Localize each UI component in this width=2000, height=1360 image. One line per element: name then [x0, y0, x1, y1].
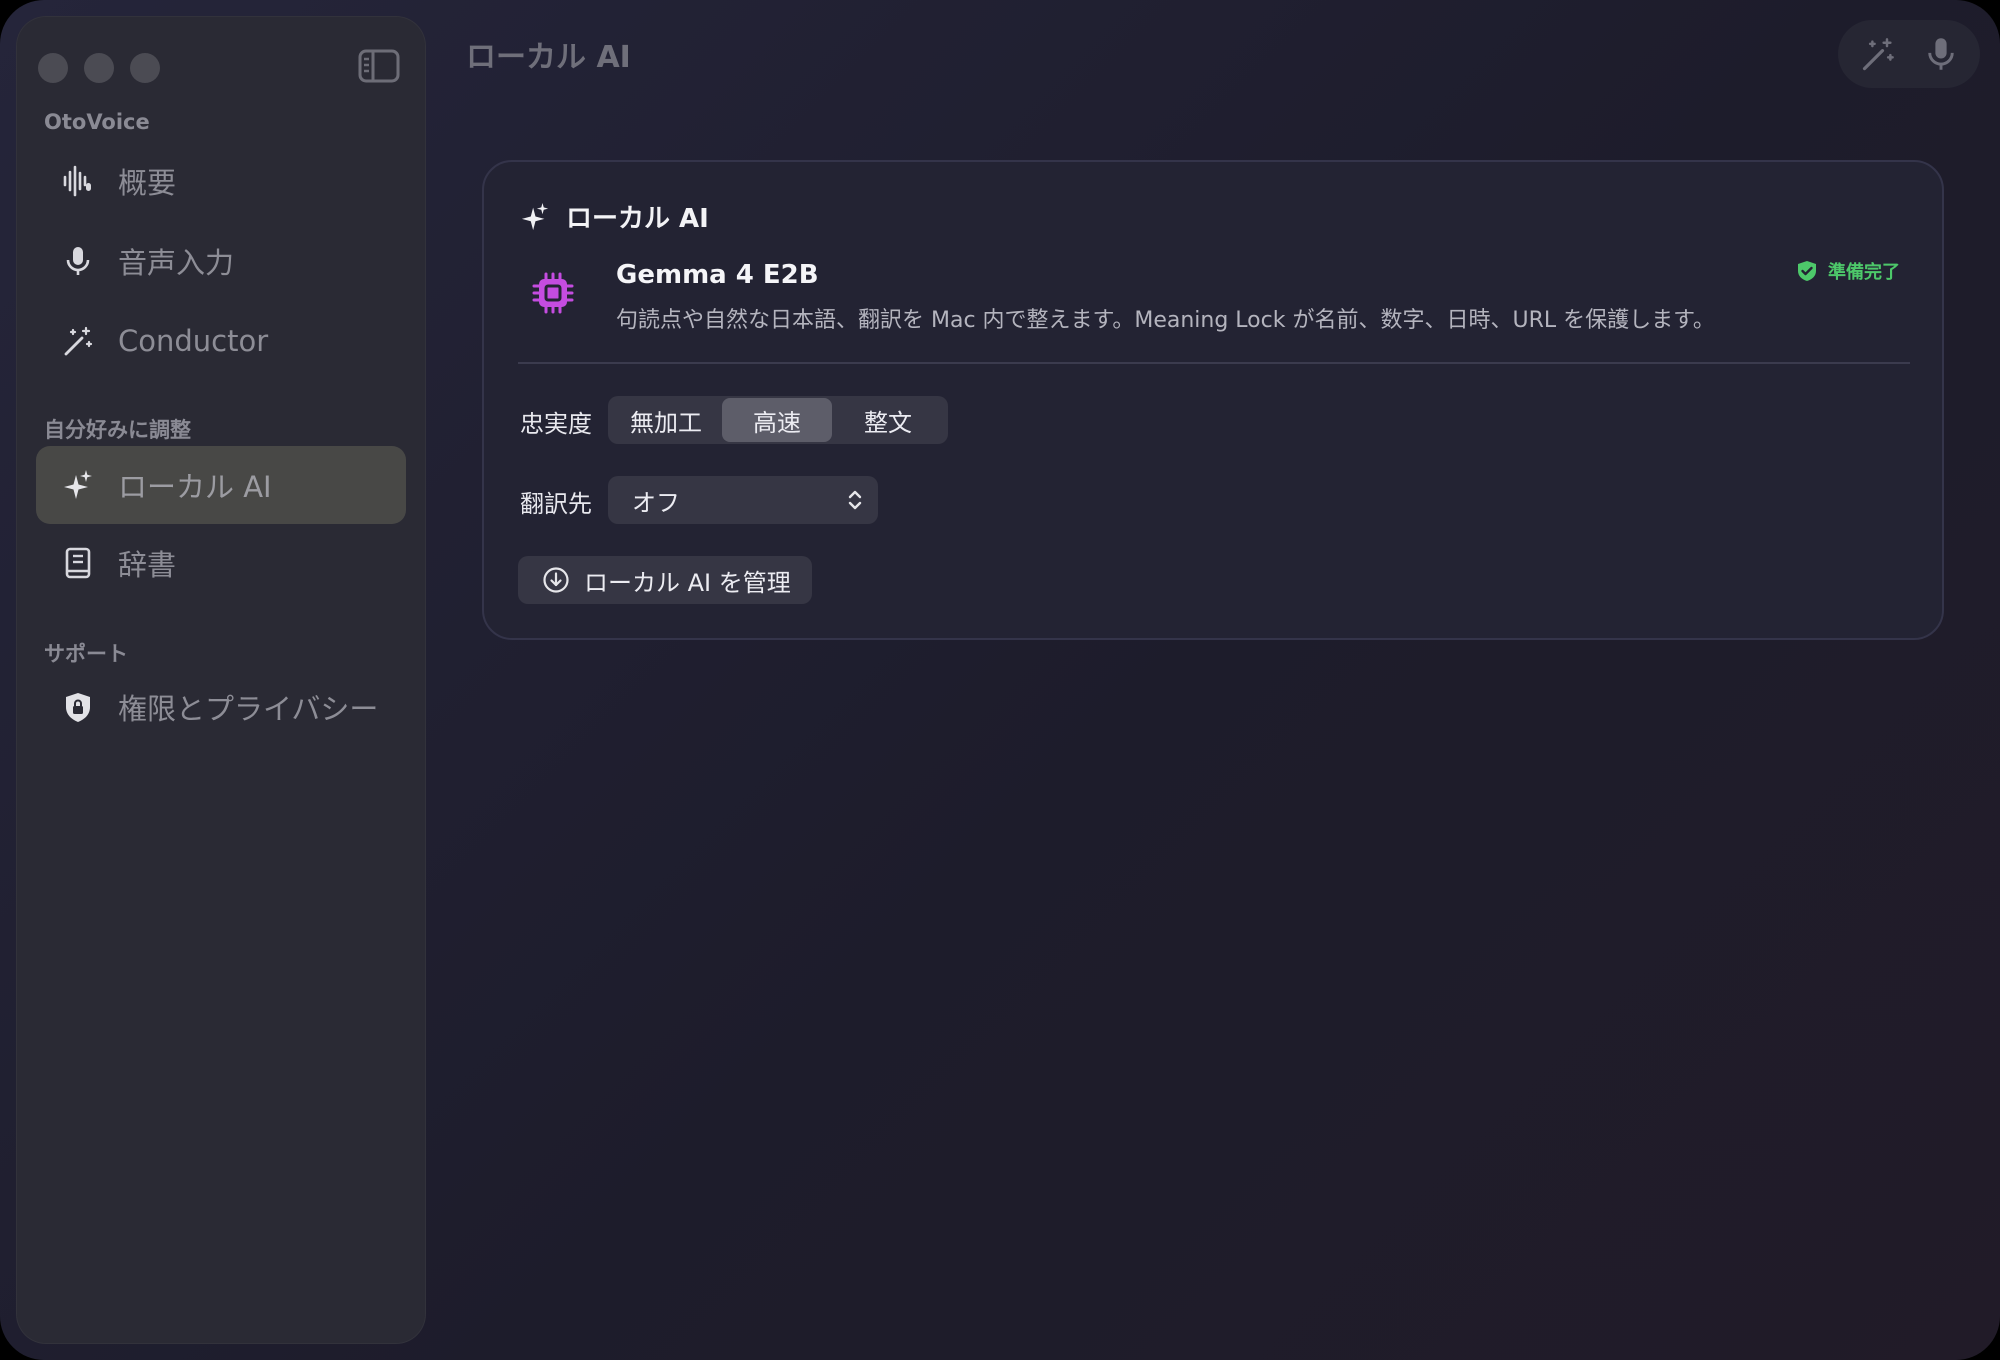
- sparkles-icon: [521, 202, 549, 230]
- sidebar-item-overview[interactable]: 概要: [36, 142, 406, 220]
- sidebar-item-label: Conductor: [118, 324, 269, 358]
- translation-select[interactable]: オフ: [608, 476, 878, 524]
- divider: [518, 362, 1910, 364]
- toolbar-actions: [1838, 20, 1980, 88]
- local-ai-card: ローカル AI Gemma 4 E2B 句読点や自然な日本語、翻訳を Mac 内…: [482, 160, 1944, 640]
- sidebar-item-label: 音声入力: [118, 246, 235, 280]
- sidebar-item-label: 権限とプライバシー: [118, 692, 379, 726]
- card-title: ローカル AI: [566, 204, 709, 234]
- chip-icon: [532, 272, 574, 314]
- fidelity-label: 忠実度: [520, 410, 592, 438]
- section-label-support: サポート: [44, 642, 128, 666]
- translation-value: オフ: [632, 488, 680, 517]
- sparkles-icon: [62, 469, 94, 501]
- book-icon: [62, 547, 94, 579]
- status-badge: 準備完了: [1796, 258, 1900, 284]
- page-title: ローカル AI: [466, 40, 631, 75]
- sidebar-item-label: ローカル AI: [118, 470, 272, 504]
- fidelity-option-polish[interactable]: 整文: [832, 398, 944, 442]
- sidebar-item-local-ai[interactable]: ローカル AI: [36, 446, 406, 524]
- sidebar-toggle-icon: [358, 49, 400, 83]
- lock-shield-icon: [62, 691, 94, 723]
- sidebar-item-dictionary[interactable]: 辞書: [36, 524, 406, 602]
- section-label-customize: 自分好みに調整: [44, 418, 191, 442]
- app-window: OtoVoice 概要 音声入力 Conductor 自分好みに調整 ローカル …: [0, 0, 2000, 1360]
- fidelity-option-raw[interactable]: 無加工: [610, 398, 722, 442]
- sidebar-item-voice-input[interactable]: 音声入力: [36, 222, 406, 300]
- card-header: ローカル AI: [520, 198, 709, 235]
- model-description: 句読点や自然な日本語、翻訳を Mac 内で整えます。Meaning Lock が…: [616, 308, 1715, 333]
- fidelity-option-fast[interactable]: 高速: [722, 398, 832, 442]
- sidebar-item-conductor[interactable]: Conductor: [36, 302, 406, 380]
- waveform-icon: [62, 165, 94, 197]
- magic-wand-icon: [1862, 38, 1894, 71]
- sidebar-item-label: 辞書: [118, 548, 177, 582]
- chevron-up-down-icon: [848, 490, 862, 510]
- conductor-button[interactable]: [1854, 30, 1902, 78]
- translation-label: 翻訳先: [520, 490, 592, 518]
- minimize-window-button[interactable]: [84, 53, 114, 83]
- close-window-button[interactable]: [38, 53, 68, 83]
- model-name: Gemma 4 E2B: [616, 260, 819, 290]
- sidebar-item-label: 概要: [118, 166, 177, 200]
- download-circle-icon: [543, 567, 569, 593]
- status-label: 準備完了: [1828, 262, 1900, 283]
- microphone-icon: [1927, 38, 1954, 70]
- magic-wand-icon: [62, 325, 94, 357]
- microphone-icon: [62, 245, 94, 277]
- section-label-otovoice: OtoVoice: [44, 110, 150, 134]
- shield-check-icon: [1798, 261, 1816, 281]
- sidebar: OtoVoice 概要 音声入力 Conductor 自分好みに調整 ローカル …: [16, 16, 426, 1344]
- manage-button-label: ローカル AI を管理: [584, 568, 791, 597]
- manage-local-ai-button[interactable]: ローカル AI を管理: [518, 556, 812, 604]
- sidebar-item-permissions[interactable]: 権限とプライバシー: [36, 668, 406, 746]
- record-button[interactable]: [1917, 30, 1965, 78]
- zoom-window-button[interactable]: [130, 53, 160, 83]
- fidelity-segmented-control: 無加工 高速 整文: [608, 396, 948, 444]
- sidebar-toggle-button[interactable]: [358, 46, 400, 86]
